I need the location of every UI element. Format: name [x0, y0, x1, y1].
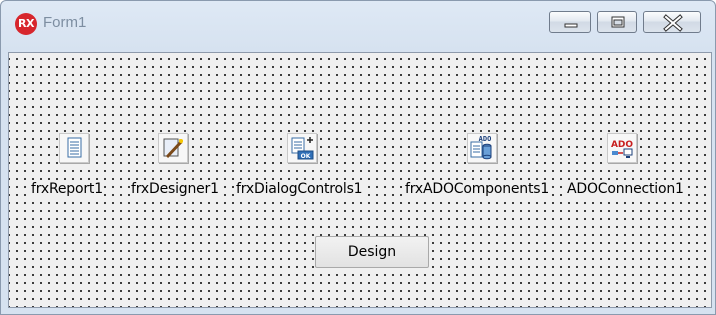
report-component-label[interactable]: frxReport1	[30, 181, 104, 197]
designer-wand-icon	[163, 138, 183, 159]
title-bar[interactable]: RX Form1	[1, 1, 715, 53]
svg-text:ADO: ADO	[479, 135, 492, 143]
design-button[interactable]: Design	[315, 236, 429, 268]
minimize-icon	[564, 23, 578, 28]
ado-connection-component[interactable]: ADO	[607, 133, 637, 163]
maximize-icon	[611, 16, 625, 28]
close-icon	[663, 14, 683, 32]
close-button[interactable]	[643, 11, 701, 33]
ado-components-icon: ADO	[470, 135, 492, 160]
report-component[interactable]	[59, 133, 89, 163]
form-window: RX Form1 frxReport1 frxDesigner1 OK frxD…	[0, 0, 716, 315]
svg-text:OK: OK	[301, 153, 311, 160]
report-icon	[67, 137, 82, 158]
maximize-button[interactable]	[597, 11, 637, 33]
dialog-controls-component[interactable]: OK	[287, 133, 317, 163]
app-icon[interactable]: RX	[15, 13, 37, 35]
form-client-area[interactable]: frxReport1 frxDesigner1 OK frxDialogCont…	[8, 52, 712, 308]
dialog-controls-component-label[interactable]: frxDialogControls1	[235, 181, 364, 197]
dialog-controls-icon: OK	[291, 137, 314, 160]
designer-component[interactable]	[158, 133, 188, 163]
ado-connection-component-label[interactable]: ADOConnection1	[566, 181, 685, 197]
minimize-button[interactable]	[549, 11, 591, 33]
window-title: Form1	[43, 14, 87, 31]
ado-connection-icon: ADO	[611, 140, 633, 158]
designer-component-label[interactable]: frxDesigner1	[130, 181, 220, 197]
ado-components-component-label[interactable]: frxADOComponents1	[404, 181, 551, 197]
ado-components-component[interactable]: ADO	[467, 133, 497, 163]
